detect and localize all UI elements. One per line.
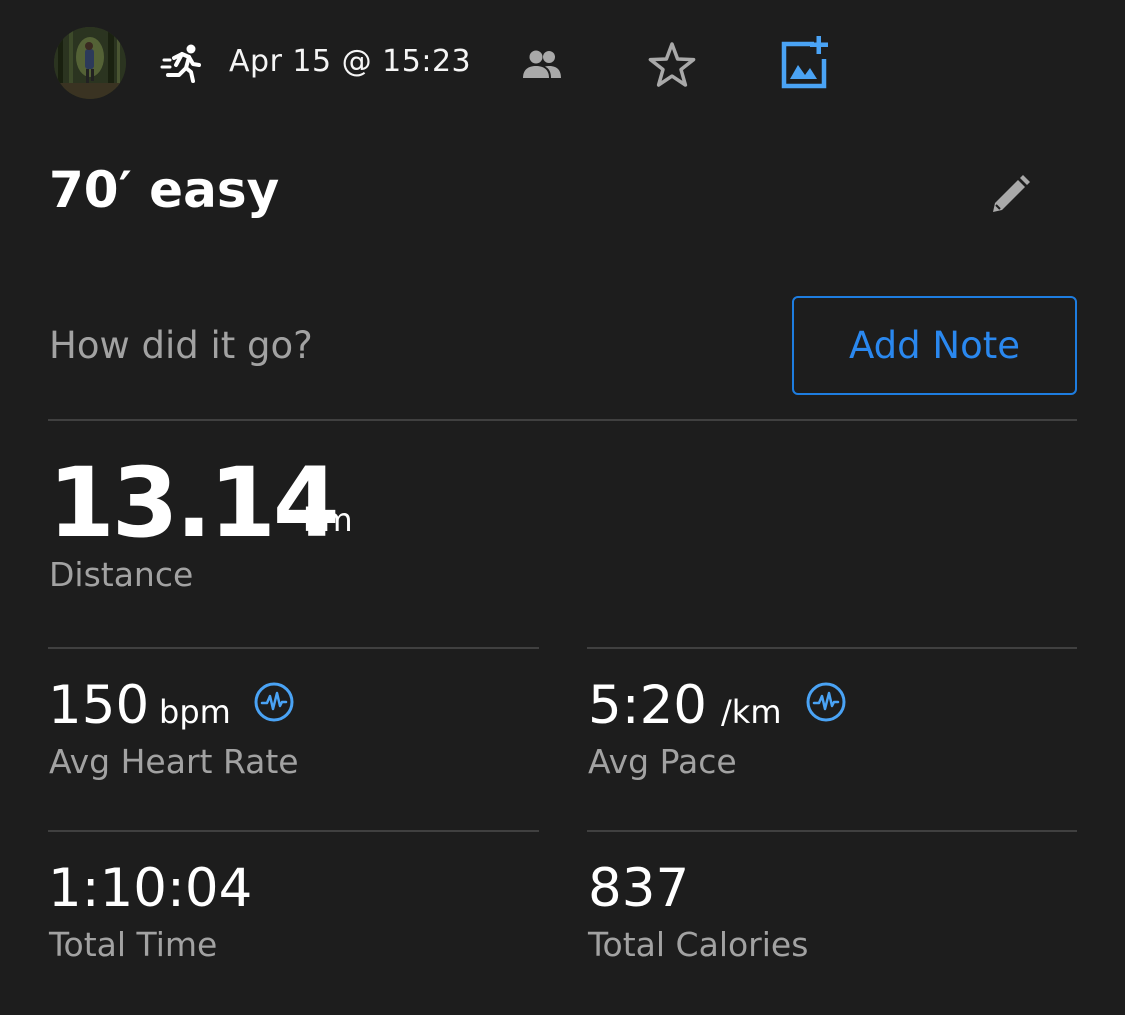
total-time-value: 1:10:04 [48,858,253,919]
divider [587,830,1077,832]
heart-rate-value: 150 [48,675,150,736]
distance-value: 13.14 [48,447,340,559]
heart-rate-unit: bpm [159,693,231,731]
divider [48,419,1077,421]
running-icon [160,43,202,85]
activity-title: 70′ easy [49,161,280,219]
avatar[interactable] [54,27,126,99]
pace-label: Avg Pace [588,742,737,781]
heart-rate-chart-icon[interactable] [253,681,295,723]
people-icon[interactable] [521,48,563,80]
note-prompt: How did it go? [49,324,313,367]
pace-unit: /km [721,693,782,731]
calories-value: 837 [588,858,690,919]
distance-label: Distance [49,555,194,594]
pencil-icon[interactable] [987,172,1033,218]
divider [48,647,539,649]
pace-chart-icon[interactable] [805,681,847,723]
distance-unit: km [303,501,353,539]
activity-date-time: Apr 15 @ 15:23 [229,44,472,79]
total-time-label: Total Time [49,925,218,964]
calories-label: Total Calories [588,925,809,964]
add-photo-icon[interactable] [779,35,835,89]
star-icon[interactable] [646,40,698,90]
divider [587,647,1077,649]
avatar-photo [54,27,126,99]
add-note-button[interactable]: Add Note [792,296,1077,395]
divider [48,830,539,832]
heart-rate-label: Avg Heart Rate [49,742,299,781]
pace-value: 5:20 [588,675,708,736]
